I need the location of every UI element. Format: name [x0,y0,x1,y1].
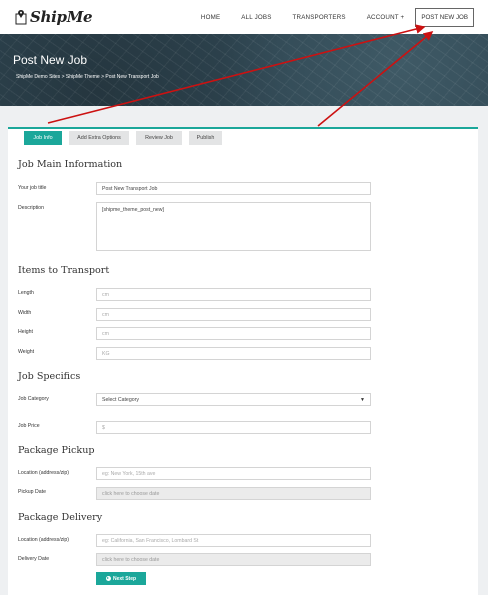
section-title-main: Job Main Information [18,159,123,170]
tab-review-job[interactable]: Review Job [136,131,182,145]
logo-text: ShipMe [30,8,93,26]
section-title-pickup: Package Pickup [18,445,95,456]
tab-job-info[interactable]: Job Info [24,131,62,145]
main-nav: HOME ALL JOBS TRANSPORTERS ACCOUNT + POS… [201,0,474,34]
post-new-job-button[interactable]: POST NEW JOB [415,7,474,27]
play-circle-icon [105,576,111,581]
job-price-label: Job Price [18,423,40,429]
next-step-label: Next Step [112,575,137,582]
page-title: Post New Job [13,53,88,67]
section-title-delivery: Package Delivery [18,512,103,523]
tab-add-extra-options[interactable]: Add Extra Options [69,131,129,145]
job-price-input[interactable] [96,421,371,434]
weight-input[interactable] [96,347,371,360]
height-input[interactable] [96,327,371,340]
job-category-select[interactable]: Select Category ▼ [96,393,371,406]
job-category-label: Job Category [18,396,49,402]
caret-down-icon: ▼ [360,396,365,403]
tab-publish[interactable]: Publish [189,131,222,145]
step-tabs: Job Info Add Extra Options Review Job Pu… [24,131,229,145]
nav-account[interactable]: ACCOUNT + [367,14,405,21]
length-label: Length [18,290,34,296]
nav-all-jobs[interactable]: ALL JOBS [241,14,271,21]
length-input[interactable] [96,288,371,301]
width-label: Width [18,310,32,316]
pickup-date-input[interactable] [96,487,371,500]
post-job-form: Job Info Add Extra Options Review Job Pu… [8,127,478,595]
next-step-button[interactable]: Next Step [96,572,146,585]
section-title-items: Items to Transport [18,265,110,276]
delivery-location-label: Location (address/zip) [18,537,70,543]
job-title-label: Your job title [18,185,47,191]
top-navbar: ShipMe HOME ALL JOBS TRANSPORTERS ACCOUN… [0,0,488,34]
nav-transporters[interactable]: TRANSPORTERS [293,14,346,21]
delivery-date-input[interactable] [96,553,371,566]
delivery-location-input[interactable] [96,534,371,547]
job-category-value: Select Category [102,396,139,403]
logo[interactable]: ShipMe [14,6,93,28]
height-label: Height [18,329,33,335]
map-pin-icon [14,8,28,26]
pickup-location-label: Location (address/zip) [18,470,70,476]
pickup-location-input[interactable] [96,467,371,480]
description-textarea[interactable]: [shipme_theme_post_new] [96,202,371,251]
pickup-date-label: Pickup Date [18,489,46,495]
weight-label: Weight [18,349,35,355]
nav-home[interactable]: HOME [201,14,220,21]
width-input[interactable] [96,308,371,321]
breadcrumb[interactable]: ShipMe Demo Sites > ShipMe Theme > Post … [16,74,159,80]
description-label: Description [18,205,44,211]
page-banner: Post New Job ShipMe Demo Sites > ShipMe … [0,34,488,106]
delivery-date-label: Delivery Date [18,556,50,562]
section-title-specifics: Job Specifics [18,371,81,382]
job-title-input[interactable] [96,182,371,195]
